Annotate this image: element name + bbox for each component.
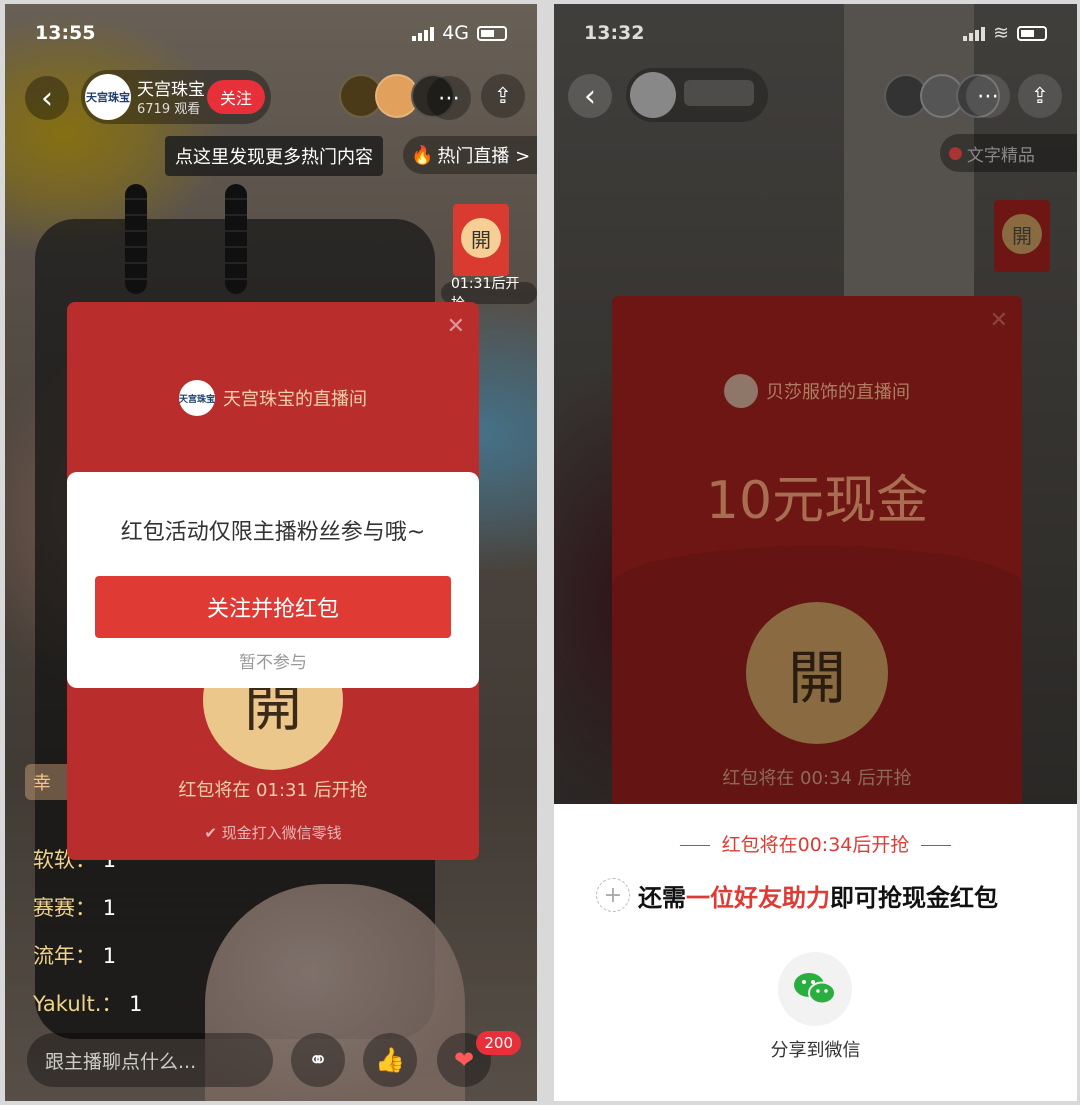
share-button[interactable]: ⇪: [1018, 74, 1062, 118]
mini-red-packet[interactable]: 開: [453, 204, 509, 276]
chevron-left-icon: ‹: [41, 80, 53, 116]
share-sheet: 红包将在00:34后开抢 + 还需一位好友助力即可抢现金红包 分享到微信: [554, 804, 1077, 1101]
skip-button[interactable]: 暂不参与: [67, 648, 479, 673]
status-time: 13:55: [35, 22, 96, 44]
host-info-pill[interactable]: 天宫珠宝 天宫珠宝 6719 观看 关注: [81, 70, 271, 124]
status-time: 13:32: [584, 22, 645, 44]
host-avatar: [630, 72, 676, 118]
share-icon: ⇪: [1030, 83, 1050, 109]
chat-input[interactable]: 跟主播聊点什么...: [27, 1033, 273, 1087]
packet-host-row: 天宫珠宝 天宫珠宝的直播间: [67, 380, 479, 416]
dialog-message: 红包活动仅限主播粉丝参与哦~: [120, 520, 426, 545]
hot-live-button[interactable]: 🔥 热门直播 >: [403, 136, 537, 174]
close-icon[interactable]: ✕: [990, 308, 1008, 333]
wechat-icon: [794, 973, 836, 1005]
follow-button[interactable]: 关注: [207, 80, 265, 114]
comment-item: 赛赛： 1: [33, 896, 117, 920]
back-button[interactable]: ‹: [568, 74, 612, 118]
share-icon: ⇪: [493, 83, 513, 109]
like-count-badge: 200: [476, 1031, 521, 1055]
signal-icon: [412, 25, 435, 41]
status-bar: 13:55 4G: [5, 22, 537, 48]
mini-packet-timer: 01:31后开抢: [441, 276, 537, 312]
add-friend-icon[interactable]: +: [596, 878, 630, 912]
host-avatar: [724, 374, 758, 408]
open-glyph: 開: [461, 218, 501, 258]
check-circle-icon: ✔: [204, 824, 217, 842]
divider: [921, 845, 952, 846]
battery-icon: [477, 25, 507, 41]
status-bar: 13:32 ≋: [554, 22, 1077, 48]
heart-icon: ❤: [453, 1046, 475, 1074]
host-info-pill[interactable]: [626, 68, 768, 122]
ellipsis-icon: ⋯: [977, 83, 999, 109]
right-phone-screen: 13:32 ≋ ‹ ⋯ ⇪ ● 文字精品 開 ✕ 贝莎服饰的直播间 10元现金 …: [554, 4, 1077, 1101]
red-packet-card: ✕ 贝莎服饰的直播间 10元现金 開 红包将在 00:34 后开抢: [612, 296, 1022, 856]
flame-icon: ●: [948, 143, 963, 163]
wifi-icon: ≋: [993, 22, 1009, 44]
assist-message: 还需一位好友助力即可抢现金红包: [638, 884, 998, 912]
cash-note: ✔ 现金打入微信零钱: [204, 824, 342, 842]
left-phone-screen: 13:55 4G ‹ 天宫珠宝 天宫珠宝 6719 观看 关注 ⋯ ⇪ 点这里发…: [5, 4, 537, 1101]
follow-dialog: 红包活动仅限主播粉丝参与哦~ 关注并抢红包 暂不参与: [67, 472, 479, 688]
follow-and-grab-button[interactable]: 关注并抢红包: [95, 576, 451, 638]
flame-icon: 🔥: [411, 144, 434, 166]
packet-countdown: 红包将在 00:34 后开抢: [722, 768, 912, 789]
thumbs-up-icon: 👍: [375, 1046, 405, 1074]
more-button[interactable]: ⋯: [427, 76, 471, 120]
packet-host-row: 贝莎服饰的直播间: [612, 374, 1022, 408]
comment-list: 软软： 1 赛赛： 1 流年： 1 Yakult.： 1: [33, 844, 142, 1036]
host-avatar: 天宫珠宝: [179, 380, 215, 416]
mini-red-packet[interactable]: 開: [994, 200, 1050, 272]
open-glyph: 開: [1002, 214, 1042, 254]
sheet-countdown: 红包将在00:34后开抢: [554, 830, 1077, 857]
share-button[interactable]: ⇪: [481, 74, 525, 118]
link-button[interactable]: ⚭: [291, 1033, 345, 1087]
packet-host-label: 贝莎服饰的直播间: [766, 382, 910, 403]
hot-live-label: 热门直播 >: [437, 146, 531, 167]
share-wechat-label: 分享到微信: [770, 1040, 861, 1061]
packet-host-label: 天宫珠宝的直播间: [223, 389, 367, 410]
category-tag[interactable]: ● 文字精品: [940, 134, 1077, 172]
link-rings-icon: ⚭: [307, 1046, 329, 1074]
host-name: 天宫珠宝: [137, 80, 205, 100]
open-packet-button[interactable]: 開: [746, 602, 888, 744]
divider: [679, 845, 710, 846]
share-wechat-button[interactable]: [778, 952, 852, 1026]
battery-icon: [1017, 25, 1047, 41]
more-button[interactable]: ⋯: [966, 74, 1010, 118]
comment-item: 流年： 1: [33, 944, 117, 968]
discover-tooltip[interactable]: 点这里发现更多热门内容: [165, 136, 383, 176]
host-view-count: 6719 观看: [137, 102, 201, 117]
packet-countdown: 红包将在 01:31 后开抢: [178, 780, 368, 801]
host-avatar: 天宫珠宝: [85, 74, 131, 120]
back-button[interactable]: ‹: [25, 76, 69, 120]
comment-item: Yakult.： 1: [33, 992, 143, 1016]
chevron-left-icon: ‹: [584, 78, 596, 114]
close-icon[interactable]: ✕: [447, 314, 465, 339]
packet-amount: 10元现金: [705, 471, 929, 531]
signal-icon: [963, 25, 986, 41]
gift-button[interactable]: 👍: [363, 1033, 417, 1087]
category-tag-label: 文字精品: [966, 145, 1035, 166]
network-label: 4G: [442, 22, 469, 44]
host-name-blurred: [684, 80, 754, 106]
ellipsis-icon: ⋯: [438, 85, 460, 111]
